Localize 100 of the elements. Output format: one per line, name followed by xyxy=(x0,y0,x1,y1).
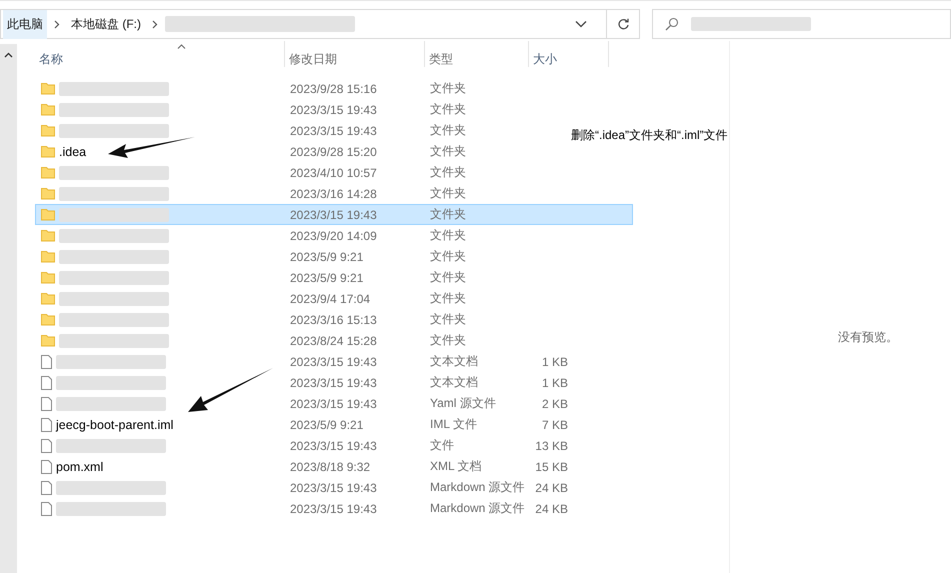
file-row[interactable]: 2023/3/16 15:13 文件夹 xyxy=(35,309,575,330)
file-type: 文件夹 xyxy=(429,332,467,349)
breadcrumb[interactable]: 此电脑 xyxy=(3,10,47,38)
document-icon xyxy=(41,376,52,390)
folder-icon xyxy=(41,292,55,305)
modified-date: 2023/3/15 19:43 xyxy=(289,208,378,222)
file-type: 文件夹 xyxy=(429,248,467,265)
document-icon xyxy=(41,418,52,432)
folder-icon xyxy=(41,124,55,137)
file-row[interactable]: 2023/3/15 19:43 文件 13 KB xyxy=(35,435,575,456)
file-row[interactable]: 2023/3/15 19:43 文本文档 1 KB xyxy=(35,351,575,372)
file-type: 文本文档 xyxy=(429,353,479,370)
document-icon xyxy=(41,396,52,410)
folder-icon xyxy=(41,145,55,158)
file-type: 文件 xyxy=(429,437,455,454)
document-icon xyxy=(41,354,52,368)
folder-icon xyxy=(41,82,55,95)
file-type: 文件夹 xyxy=(429,227,467,244)
column-header[interactable]: 修改日期 xyxy=(285,41,425,67)
file-row[interactable]: 2023/3/15 19:43 Markdown 源文件 24 KB xyxy=(35,498,575,519)
document-icon xyxy=(41,480,52,494)
file-type: 文件夹 xyxy=(429,269,467,286)
file-type: Yaml 源文件 xyxy=(429,395,497,412)
modified-date: 2023/3/16 15:13 xyxy=(289,312,378,326)
breadcrumb[interactable]: 本地磁盘 (F:) xyxy=(67,10,145,38)
folder-icon xyxy=(41,250,55,263)
file-type: 文件夹 xyxy=(429,143,467,160)
file-type: 文本文档 xyxy=(429,374,479,391)
file-row[interactable]: 2023/9/4 17:04 文件夹 xyxy=(35,288,575,309)
file-size: 1 KB xyxy=(540,354,569,368)
modified-date: 2023/3/15 19:43 xyxy=(289,102,378,116)
modified-date: 2023/3/15 19:43 xyxy=(289,396,378,410)
file-size: 1 KB xyxy=(540,376,569,390)
document-icon xyxy=(41,502,52,516)
column-header[interactable]: 类型 xyxy=(425,41,529,67)
scrollbar[interactable] xyxy=(0,44,17,573)
file-row[interactable]: 2023/3/15 19:43 Yaml 源文件 2 KB xyxy=(35,393,575,414)
folder-icon xyxy=(41,166,55,179)
modified-date: 2023/3/15 19:43 xyxy=(289,376,378,390)
folder-icon xyxy=(41,229,55,242)
file-type: IML 文件 xyxy=(429,416,478,433)
file-row[interactable]: 2023/8/24 15:28 文件夹 xyxy=(35,330,575,351)
modified-date: 2023/3/15 19:43 xyxy=(289,124,378,138)
search-icon xyxy=(665,17,679,31)
dropdown-icon[interactable] xyxy=(575,20,587,28)
folder-icon xyxy=(41,313,55,326)
file-name: .idea xyxy=(59,144,86,158)
file-type: 文件夹 xyxy=(429,311,467,328)
file-row[interactable]: pom.xml 2023/8/18 9:32 XML 文档 15 KB xyxy=(35,456,575,477)
refresh-icon xyxy=(616,18,630,30)
file-name: jeecg-boot-parent.iml xyxy=(56,418,174,432)
file-row[interactable]: .idea 2023/9/28 15:20 文件夹 xyxy=(35,141,575,162)
file-type: Markdown 源文件 xyxy=(429,500,526,517)
file-size: 24 KB xyxy=(534,480,569,494)
file-row[interactable]: 2023/3/16 14:28 文件夹 xyxy=(35,183,575,204)
file-row[interactable]: 2023/3/15 19:43 文本文档 1 KB xyxy=(35,372,575,393)
chevron-icon[interactable] xyxy=(152,20,158,28)
modified-date: 2023/3/16 14:28 xyxy=(289,186,378,200)
column-header[interactable]: 大小 xyxy=(529,41,609,67)
address-bar[interactable]: 此电脑 本地磁盘 (F:) xyxy=(0,9,640,39)
file-row[interactable]: 2023/3/15 19:43 文件夹 xyxy=(35,204,633,225)
column-header[interactable]: 名称 xyxy=(35,41,285,67)
file-row[interactable]: 2023/4/10 10:57 文件夹 xyxy=(35,162,575,183)
modified-date: 2023/5/9 9:21 xyxy=(289,418,364,432)
modified-date: 2023/3/15 19:43 xyxy=(289,354,378,368)
preview-message: 没有预览。 xyxy=(838,329,898,346)
annotation-text: 删除“.idea”文件夹和“.iml”文件 xyxy=(571,127,728,144)
file-type: Markdown 源文件 xyxy=(429,479,526,496)
modified-date: 2023/3/15 19:43 xyxy=(289,480,378,494)
file-row[interactable]: 2023/5/9 9:21 文件夹 xyxy=(35,267,575,288)
search-field[interactable] xyxy=(652,9,951,39)
file-row[interactable]: 2023/5/9 9:21 文件夹 xyxy=(35,246,575,267)
chevron-icon[interactable] xyxy=(54,20,60,28)
file-type: 文件夹 xyxy=(429,164,467,181)
file-type: 文件夹 xyxy=(429,122,467,139)
folder-icon xyxy=(41,103,55,116)
document-icon xyxy=(41,460,52,474)
modified-date: 2023/4/10 10:57 xyxy=(289,166,378,180)
modified-date: 2023/9/20 14:09 xyxy=(289,228,378,242)
document-icon xyxy=(41,438,52,452)
scroll-up-icon[interactable] xyxy=(4,52,13,58)
file-row[interactable]: 2023/9/28 15:16 文件夹 xyxy=(35,78,575,99)
folder-icon xyxy=(41,271,55,284)
file-type: 文件夹 xyxy=(429,206,467,223)
file-row[interactable]: 2023/3/15 19:43 Markdown 源文件 24 KB xyxy=(35,477,575,498)
file-size: 13 KB xyxy=(534,438,569,452)
file-row[interactable]: 2023/9/20 14:09 文件夹 xyxy=(35,225,575,246)
modified-date: 2023/3/15 19:43 xyxy=(289,502,378,516)
file-name: pom.xml xyxy=(56,460,104,474)
modified-date: 2023/9/28 15:20 xyxy=(289,144,378,158)
file-type: 文件夹 xyxy=(429,185,467,202)
folder-icon xyxy=(41,208,55,221)
file-type: 文件夹 xyxy=(429,101,467,118)
file-row[interactable]: jeecg-boot-parent.iml 2023/5/9 9:21 IML 文件 7 KB xyxy=(35,414,575,435)
modified-date: 2023/9/28 15:16 xyxy=(289,82,378,96)
folder-icon xyxy=(41,187,55,200)
sort-caret-icon xyxy=(177,44,186,49)
file-type: 文件夹 xyxy=(429,290,467,307)
modified-date: 2023/8/18 9:32 xyxy=(289,460,372,474)
file-row[interactable]: 2023/3/15 19:43 文件夹 xyxy=(35,99,575,120)
